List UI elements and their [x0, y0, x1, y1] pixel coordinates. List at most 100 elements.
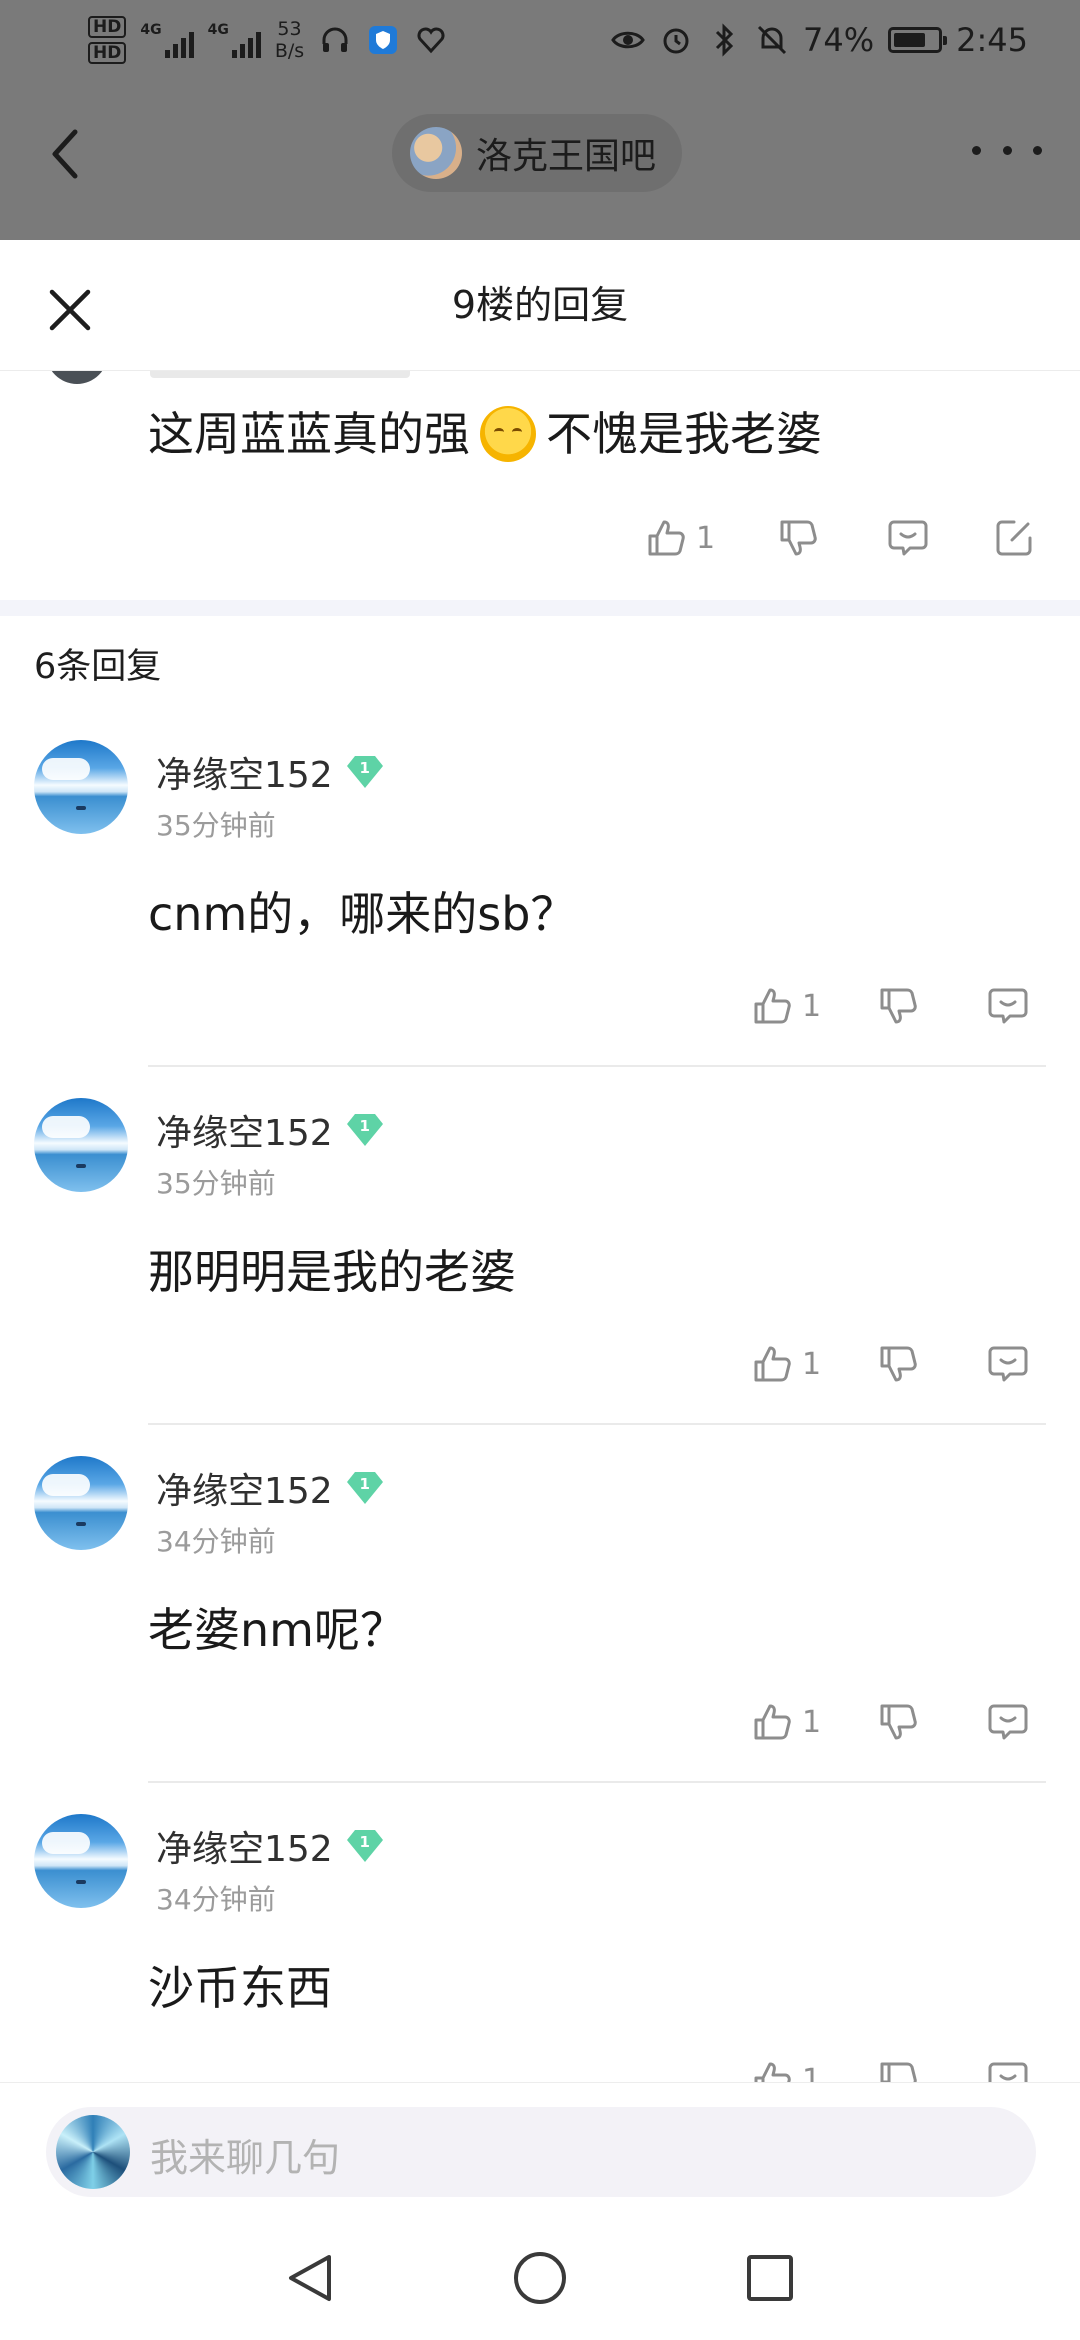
status-right: 74% 2:45	[611, 12, 1028, 68]
username[interactable]: 净缘空152	[156, 1104, 333, 1156]
like-button[interactable]: 1	[750, 1342, 821, 1386]
network-speed: 53 B/s	[275, 18, 304, 62]
nav-home-button[interactable]	[510, 2248, 570, 2308]
sheet-header: 9楼的回复	[0, 240, 1080, 371]
like-button[interactable]: 1	[644, 516, 715, 560]
bluetooth-icon	[707, 23, 741, 57]
user-avatar[interactable]	[34, 740, 128, 834]
reply-time: 34分钟前	[156, 1525, 276, 1558]
forum-title-pill[interactable]: 洛克王国吧	[392, 114, 683, 192]
alarm-icon	[659, 23, 693, 57]
dislike-button[interactable]	[776, 516, 820, 560]
thumbs-up-icon	[754, 988, 791, 1024]
eye-icon	[611, 23, 645, 57]
comment-icon	[988, 1704, 1028, 1740]
reply-text: 那明明是我的老婆	[148, 1245, 516, 1299]
comment-icon	[988, 1346, 1028, 1382]
thumbs-up-icon	[754, 1704, 791, 1740]
system-navigation-bar	[0, 2214, 1080, 2340]
hd-indicator-1: HD	[88, 16, 127, 38]
hd-indicator-2: HD	[88, 42, 127, 64]
level-number: 1	[359, 1833, 370, 1851]
reply-actions: 1	[740, 978, 1060, 1038]
reply-actions: 1	[740, 1336, 1060, 1396]
username[interactable]: 净缘空152	[156, 746, 333, 798]
network-speed-unit: B/s	[274, 40, 305, 62]
level-badge-icon: 1	[345, 1826, 385, 1866]
dislike-button[interactable]	[876, 984, 920, 1028]
nav-recents-button[interactable]	[740, 2248, 800, 2308]
user-avatar[interactable]	[34, 1098, 128, 1192]
comment-input[interactable]: 我来聊几句	[46, 2107, 1036, 2197]
username[interactable]: 净缘空152	[156, 1820, 333, 1872]
reply-item[interactable]: 净缘空152 1 35分钟前 那明明是我的老婆 1	[0, 1068, 1080, 1425]
level-number: 1	[359, 1475, 370, 1493]
thumbs-up-icon	[754, 1346, 791, 1382]
replies-sheet: 这周蓝蓝真的强 不愧是我老婆 1 6条回复 净缘空152 1 35分钟前 cnm的，哪…	[0, 240, 1080, 2340]
network-type-1: 4G	[140, 22, 162, 38]
more-dot-icon	[972, 145, 981, 155]
forum-name: 洛克王国吧	[476, 136, 657, 177]
back-button[interactable]	[38, 120, 90, 188]
chevron-left-icon	[52, 129, 78, 179]
reply-actions: 1	[740, 1694, 1060, 1754]
user-info: 净缘空152 1	[156, 1104, 385, 1156]
floor-comment-text: 这周蓝蓝真的强 不愧是我老婆	[148, 404, 822, 464]
headphones-icon	[318, 23, 352, 57]
sheet-title: 9楼的回复	[451, 283, 629, 327]
dimmed-background-page: HD HD 4G 4G 53 B/s 74% 2:45 洛克王国吧	[0, 0, 1080, 240]
more-dot-icon	[1002, 145, 1012, 155]
username[interactable]: 净缘空152	[156, 1462, 333, 1514]
clock: 2:45	[956, 21, 1028, 59]
comment-input-bar: 我来聊几句	[0, 2082, 1080, 2215]
thumbs-down-icon	[880, 1346, 917, 1382]
reply-divider	[148, 1423, 1046, 1425]
user-info: 净缘空152 1	[156, 1820, 385, 1872]
reply-item[interactable]: 净缘空152 1 35分钟前 cnm的，哪来的sb？ 1	[0, 710, 1080, 1067]
reply-text: cnm的，哪来的sb？	[148, 887, 577, 941]
dislike-button[interactable]	[876, 1342, 920, 1386]
more-dot-icon	[1033, 145, 1042, 155]
user-info: 净缘空152 1	[156, 1462, 385, 1514]
level-number: 1	[359, 1117, 370, 1135]
forum-navbar: 洛克王国吧	[0, 80, 1080, 210]
reply-text: 沙币东西	[148, 1961, 332, 2015]
dislike-button[interactable]	[876, 1700, 920, 1744]
hd-indicators: HD HD	[88, 16, 127, 64]
nav-back-button[interactable]	[280, 2248, 340, 2308]
forum-avatar	[410, 127, 462, 179]
face-with-hand-over-mouth-emoji-icon	[480, 406, 536, 462]
battery-icon	[888, 27, 948, 53]
floor-comment-text-part1: 这周蓝蓝真的强	[148, 407, 470, 461]
section-divider	[0, 600, 1080, 616]
network-type-2: 4G	[207, 22, 229, 38]
reply-button[interactable]	[986, 1342, 1030, 1386]
replies-count: 6条回复	[34, 647, 162, 687]
more-options-button[interactable]	[972, 130, 1042, 170]
shield-app-icon	[366, 23, 400, 57]
like-count: 1	[802, 1704, 822, 1740]
user-info: 净缘空152 1	[156, 746, 385, 798]
like-button[interactable]: 1	[750, 984, 821, 1028]
reply-button[interactable]	[886, 516, 930, 560]
comment-icon	[888, 520, 928, 556]
network-speed-value: 53	[277, 18, 302, 40]
reply-button[interactable]	[986, 1700, 1030, 1744]
user-avatar[interactable]	[34, 1456, 128, 1550]
level-badge-icon: 1	[345, 1468, 385, 1508]
edit-share-button[interactable]	[992, 516, 1036, 560]
reply-button[interactable]	[986, 984, 1030, 1028]
signal-icon-2: 4G	[208, 22, 261, 58]
square-recents-icon	[747, 2255, 793, 2301]
floor-comment-actions: 1	[640, 510, 1040, 570]
thumbs-down-icon	[880, 988, 917, 1024]
triangle-back-icon	[289, 2255, 331, 2301]
reply-item[interactable]: 净缘空152 1 34分钟前 老婆nm呢？ 1	[0, 1426, 1080, 1783]
user-avatar[interactable]	[34, 1814, 128, 1908]
thumbs-down-icon	[880, 1704, 917, 1740]
battery-percent: 74%	[803, 21, 875, 59]
comment-icon	[988, 988, 1028, 1024]
like-button[interactable]: 1	[750, 1700, 821, 1744]
circle-home-icon	[514, 2252, 566, 2304]
like-count: 1	[696, 520, 716, 556]
